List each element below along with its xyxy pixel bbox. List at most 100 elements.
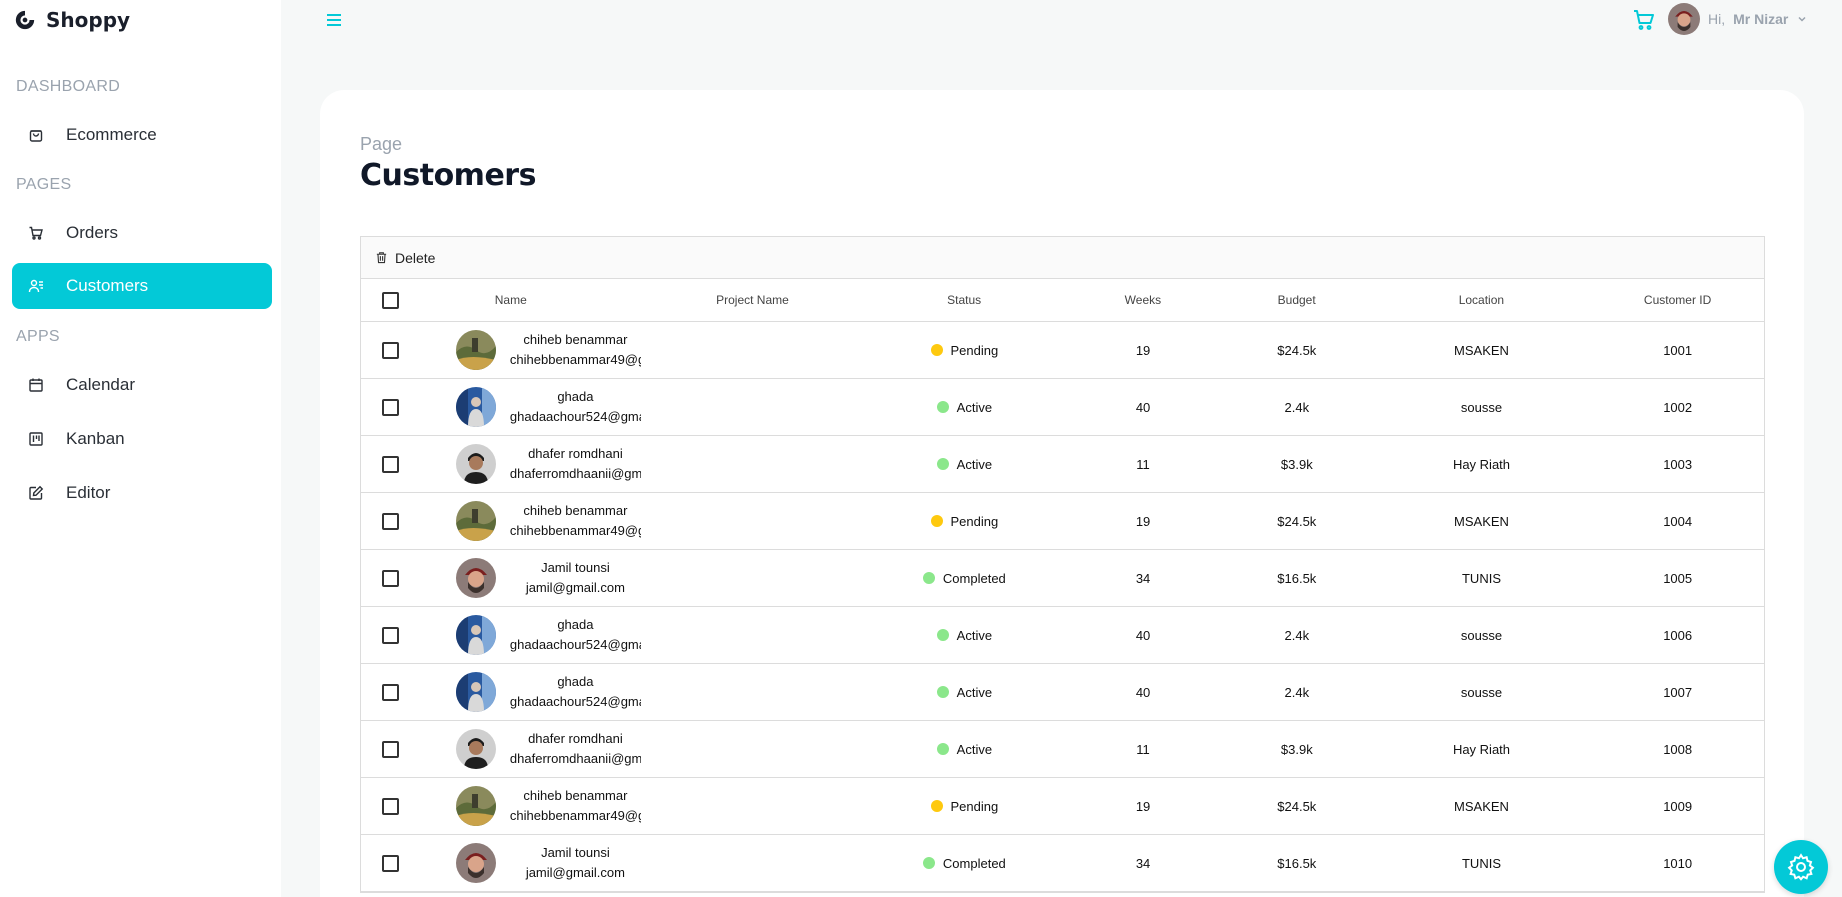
greeting-text: Hi, bbox=[1708, 11, 1726, 27]
shopping-bag-icon bbox=[28, 127, 44, 143]
user-avatar bbox=[1668, 3, 1700, 35]
table-row[interactable]: Jamil tounsi jamil@gmail.com Completed 3… bbox=[361, 835, 1764, 892]
location-cell: MSAKEN bbox=[1454, 513, 1509, 529]
sidebar-item-calendar[interactable]: Calendar bbox=[12, 362, 272, 408]
grid-toolbar: Delete bbox=[361, 237, 1764, 279]
customer-name-cell: dhafer romdhani dhaferromdhaanii@gmail.c… bbox=[421, 444, 641, 484]
status-dot bbox=[936, 629, 949, 641]
table-row[interactable]: Jamil tounsi jamil@gmail.com Completed 3… bbox=[361, 550, 1764, 607]
status-cell: Active bbox=[865, 685, 1065, 700]
sidebar-item-label: Editor bbox=[66, 483, 111, 502]
menu-toggle-button[interactable] bbox=[324, 10, 344, 30]
table-row[interactable]: chiheb benammar chihebbenammar49@gmail.c… bbox=[361, 493, 1764, 550]
status-cell: Pending bbox=[865, 514, 1065, 529]
shoppy-logo-icon bbox=[15, 10, 35, 30]
status-dot bbox=[936, 401, 949, 413]
customer-name: Jamil tounsi bbox=[541, 845, 610, 860]
row-checkbox[interactable] bbox=[382, 626, 400, 644]
row-checkbox[interactable] bbox=[382, 683, 400, 701]
customer-id-cell: 1006 bbox=[1663, 627, 1693, 643]
brand[interactable]: Shoppy bbox=[14, 8, 130, 32]
page-title: Customers bbox=[360, 158, 536, 193]
column-header-weeks[interactable]: Weeks bbox=[1064, 293, 1222, 307]
customer-email: dhaferromdhaanii@gmail.com bbox=[509, 751, 641, 766]
status-dot bbox=[936, 686, 949, 698]
customer-name: chiheb benammar bbox=[523, 503, 628, 518]
customer-email: ghadaachour524@gmail.com bbox=[509, 694, 641, 709]
table-row[interactable]: chiheb benammar chihebbenammar49@gmail.c… bbox=[361, 778, 1764, 835]
row-checkbox[interactable] bbox=[382, 740, 400, 758]
status-cell: Active bbox=[865, 457, 1065, 472]
table-row[interactable]: ghada ghadaachour524@gmail.com Active 40… bbox=[361, 607, 1764, 664]
row-checkbox[interactable] bbox=[382, 455, 400, 473]
sidebar-item-label: Customers bbox=[66, 276, 149, 295]
customer-name-cell: ghada ghadaachour524@gmail.com bbox=[421, 615, 641, 655]
user-profile-menu[interactable]: Hi, Mr Nizar bbox=[1668, 3, 1808, 35]
row-checkbox[interactable] bbox=[382, 569, 400, 587]
table-row[interactable]: dhafer romdhani dhaferromdhaanii@gmail.c… bbox=[361, 721, 1764, 778]
avatar-window bbox=[455, 615, 496, 655]
calendar-icon bbox=[28, 377, 44, 393]
column-header-status[interactable]: Status bbox=[864, 293, 1064, 307]
edit-icon bbox=[28, 485, 44, 501]
row-checkbox[interactable] bbox=[382, 398, 400, 416]
sidebar-item-label: Ecommerce bbox=[66, 125, 157, 144]
status-cell: Completed bbox=[865, 571, 1065, 586]
sidebar-item-ecommerce[interactable]: Ecommerce bbox=[12, 112, 272, 158]
delete-button[interactable]: Delete bbox=[375, 250, 435, 266]
status-cell: Active bbox=[865, 742, 1065, 757]
row-checkbox[interactable] bbox=[382, 512, 400, 530]
status-text: Active bbox=[956, 627, 993, 643]
customer-email: jamil@gmail.com bbox=[525, 580, 625, 595]
customer-id-cell: 1005 bbox=[1663, 570, 1693, 586]
status-cell: Pending bbox=[865, 343, 1065, 358]
status-text: Completed bbox=[942, 570, 1006, 586]
customer-name: chiheb benammar bbox=[523, 332, 628, 347]
location-cell: sousse bbox=[1460, 399, 1503, 415]
customer-id-cell: 1004 bbox=[1663, 513, 1693, 529]
users-icon bbox=[28, 278, 44, 294]
location-cell: sousse bbox=[1460, 684, 1503, 700]
sidebar-item-editor[interactable]: Editor bbox=[12, 470, 272, 516]
sidebar-item-label: Kanban bbox=[66, 429, 125, 448]
cart-button[interactable] bbox=[1632, 8, 1656, 32]
sidebar: Shoppy DASHBOARD Ecommerce PAGES Orders … bbox=[0, 0, 281, 897]
table-row[interactable]: ghada ghadaachour524@gmail.com Active 40… bbox=[361, 379, 1764, 436]
location-cell: TUNIS bbox=[1461, 855, 1501, 871]
section-title-dashboard: DASHBOARD bbox=[16, 78, 121, 95]
budget-cell: 2.4k bbox=[1284, 684, 1310, 700]
hamburger-icon bbox=[327, 14, 341, 26]
avatar-landscape bbox=[455, 330, 496, 370]
customer-name: ghada bbox=[557, 389, 594, 404]
row-checkbox[interactable] bbox=[382, 341, 400, 359]
column-header-customer-id[interactable]: Customer ID bbox=[1591, 293, 1764, 307]
sidebar-item-customers[interactable]: Customers bbox=[12, 263, 272, 309]
budget-cell: $16.5k bbox=[1277, 855, 1317, 871]
row-checkbox[interactable] bbox=[382, 797, 400, 815]
status-dot bbox=[930, 800, 943, 812]
row-checkbox[interactable] bbox=[382, 854, 400, 872]
table-header: Name Project Name Status Weeks Budget Lo… bbox=[361, 279, 1764, 322]
customer-email: ghadaachour524@gmail.com bbox=[509, 409, 641, 424]
table-row[interactable]: dhafer romdhani dhaferromdhaanii@gmail.c… bbox=[361, 436, 1764, 493]
sidebar-item-orders[interactable]: Orders bbox=[12, 210, 272, 256]
location-cell: TUNIS bbox=[1461, 570, 1501, 586]
table-row[interactable]: ghada ghadaachour524@gmail.com Active 40… bbox=[361, 664, 1764, 721]
location-cell: MSAKEN bbox=[1454, 342, 1509, 358]
avatar-landscape bbox=[455, 786, 496, 826]
customer-name-cell: Jamil tounsi jamil@gmail.com bbox=[421, 843, 641, 883]
weeks-cell: 40 bbox=[1135, 627, 1151, 643]
location-cell: Hay Riath bbox=[1452, 741, 1511, 757]
sidebar-item-label: Orders bbox=[66, 223, 118, 242]
weeks-cell: 40 bbox=[1135, 684, 1151, 700]
column-header-name[interactable]: Name bbox=[421, 293, 641, 307]
settings-button[interactable] bbox=[1774, 840, 1828, 894]
budget-cell: $3.9k bbox=[1280, 456, 1313, 472]
customer-email: dhaferromdhaanii@gmail.com bbox=[509, 466, 641, 481]
column-header-project-name[interactable]: Project Name bbox=[641, 293, 865, 307]
column-header-budget[interactable]: Budget bbox=[1222, 293, 1372, 307]
column-header-location[interactable]: Location bbox=[1372, 293, 1592, 307]
select-all-checkbox[interactable] bbox=[382, 291, 400, 309]
table-row[interactable]: chiheb benammar chihebbenammar49@gmail.c… bbox=[361, 322, 1764, 379]
sidebar-item-kanban[interactable]: Kanban bbox=[12, 416, 272, 462]
